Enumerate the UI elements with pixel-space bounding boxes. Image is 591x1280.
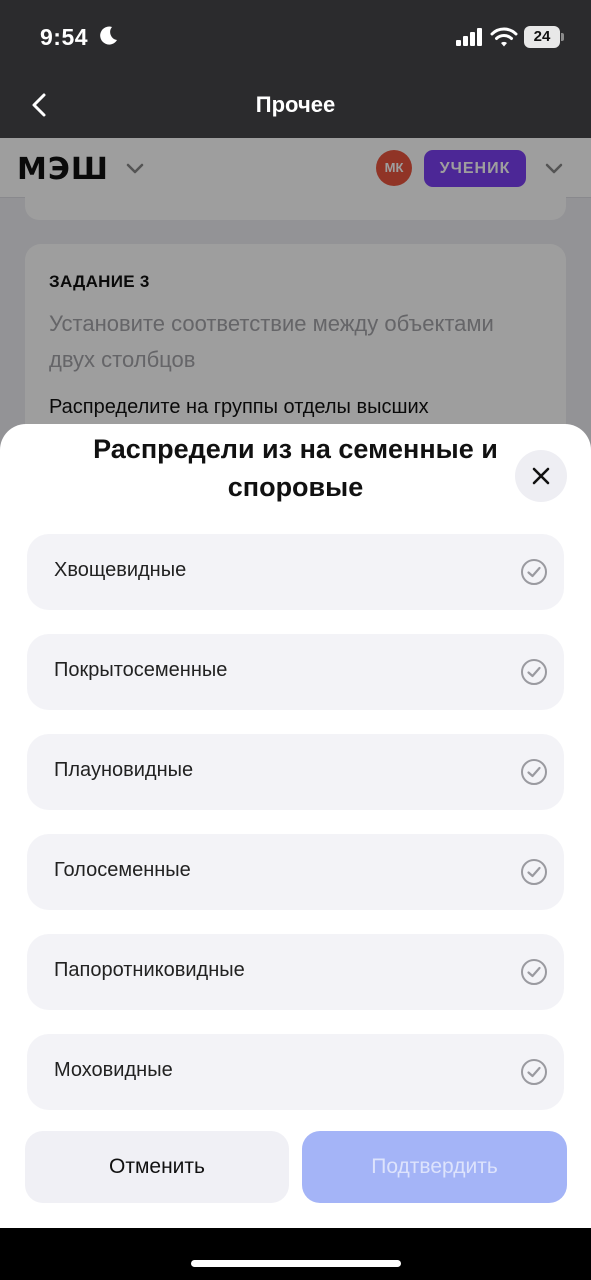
check-circle-icon (521, 759, 547, 785)
bottom-sheet: Распредели из на семенные и споровые Хво… (0, 424, 591, 1228)
option-item[interactable]: Хвощевидные (27, 534, 564, 610)
option-item[interactable]: Покрытосеменные (27, 634, 564, 710)
check-circle-icon (521, 959, 547, 985)
battery-tip (561, 33, 564, 41)
option-item[interactable]: Плауновидные (27, 734, 564, 810)
confirm-button[interactable]: Подтвердить (302, 1131, 567, 1203)
check-circle-icon (521, 1059, 547, 1085)
battery-icon: 24 (524, 26, 564, 48)
option-label: Покрытосеменные (54, 659, 228, 681)
home-bar-area (0, 1228, 591, 1280)
option-label: Моховидные (54, 1059, 173, 1081)
signal-icon (456, 28, 482, 46)
top-bar: 9:54 24 Прочее (0, 0, 591, 138)
check-circle-icon (521, 859, 547, 885)
nav-title: Прочее (255, 92, 336, 117)
check-circle-icon (521, 659, 547, 685)
sheet-title: Распредели из на семенные и споровые (93, 434, 498, 502)
status-time: 9:54 (40, 24, 89, 50)
option-label: Хвощевидные (54, 559, 187, 581)
close-icon (532, 467, 550, 485)
option-item[interactable]: Моховидные (27, 1034, 564, 1110)
close-button[interactable] (515, 450, 567, 502)
option-item[interactable]: Папоротниковидные (27, 934, 564, 1010)
moon-icon (100, 26, 117, 45)
option-label: Папоротниковидные (54, 959, 245, 981)
wifi-icon (490, 27, 518, 47)
option-item[interactable]: Голосеменные (27, 834, 564, 910)
battery-level: 24 (524, 26, 560, 48)
home-indicator[interactable] (191, 1260, 401, 1267)
status-bar: 9:54 24 (0, 0, 591, 78)
option-label: Голосеменные (54, 859, 191, 881)
cancel-button[interactable]: Отменить (25, 1131, 289, 1203)
option-label: Плауновидные (54, 759, 194, 781)
check-circle-icon (521, 559, 547, 585)
